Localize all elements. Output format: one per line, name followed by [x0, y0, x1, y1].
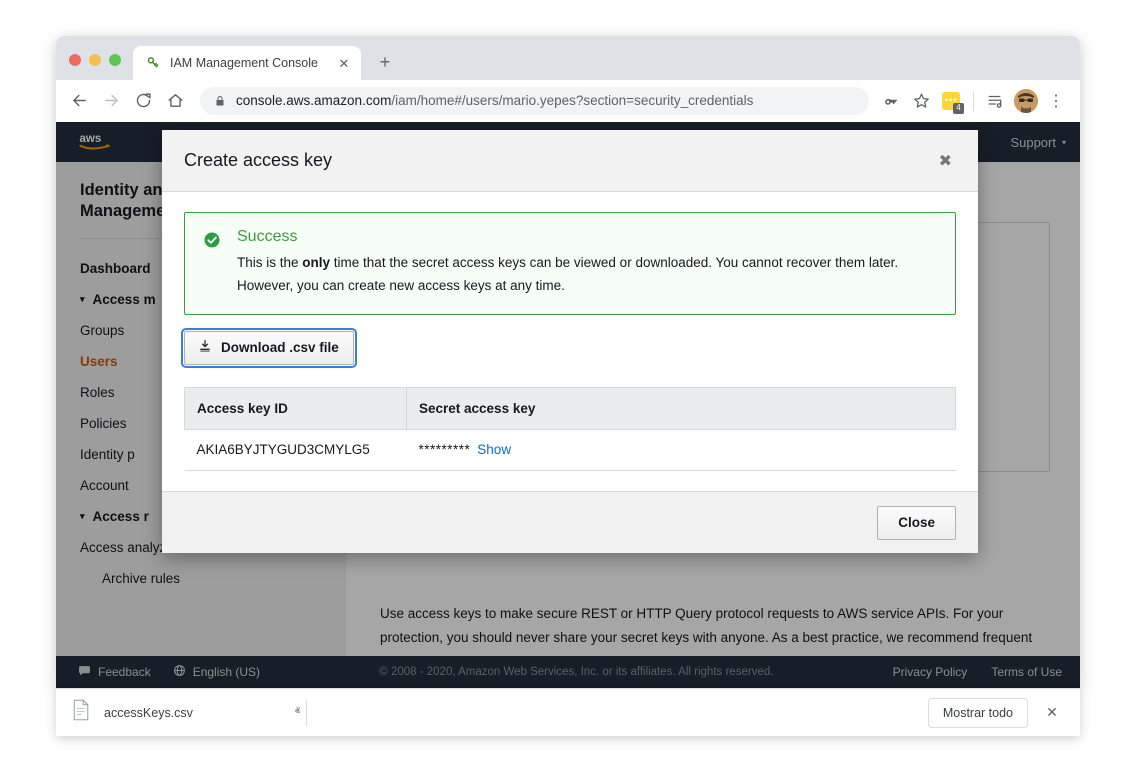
close-button[interactable]: Close [877, 505, 956, 540]
shelf-divider [306, 699, 307, 726]
success-title: Success [237, 228, 298, 245]
tab-title: IAM Management Console [170, 56, 318, 70]
close-icon[interactable]: ✕ [335, 54, 353, 72]
table-header: Access key ID Secret access key [184, 387, 956, 430]
lock-icon [214, 95, 226, 107]
modal-overlay[interactable]: Create access key ✖ Success This is the … [56, 122, 1080, 688]
download-file-name: accessKeys.csv [104, 705, 193, 720]
download-shelf: accessKeys.csv ⱏ Mostrar todo ✕ [56, 688, 1080, 736]
toolbar-divider [973, 90, 974, 111]
table-body: AKIA6BYJTYGUD3CMYLG5 ********* Show [184, 429, 956, 471]
secret-cell-content: ********* Show [419, 442, 944, 457]
close-icon[interactable]: ✖ [933, 149, 958, 173]
secret-masked-value: ********* [418, 442, 471, 457]
show-secret-link[interactable]: Show [477, 442, 511, 457]
create-access-key-modal: Create access key ✖ Success This is the … [162, 130, 978, 553]
menu-dots: ⋮ [1048, 92, 1064, 110]
close-shelf-icon[interactable]: ✕ [1038, 699, 1066, 727]
forward-icon [96, 86, 126, 116]
modal-title: Create access key [184, 150, 333, 170]
zoom-window-button[interactable] [109, 54, 121, 66]
new-tab-button[interactable]: + [371, 48, 399, 76]
url-text: console.aws.amazon.com/iam/home#/users/m… [236, 93, 753, 108]
document-icon [72, 699, 90, 726]
download-item[interactable]: accessKeys.csv ⱏ [72, 697, 304, 729]
column-header-access-key-id: Access key ID [184, 387, 407, 430]
star-icon[interactable] [907, 87, 935, 115]
url-path: /iam/home#/users/mario.yepes?section=sec… [391, 93, 754, 108]
modal-body: Success This is the only time that the s… [162, 192, 978, 491]
avatar [1014, 88, 1038, 113]
back-icon[interactable] [64, 86, 94, 116]
password-key-icon[interactable] [877, 87, 905, 115]
browser-menu-icon[interactable]: ⋮ [1042, 87, 1070, 115]
extension-badge-icon[interactable]: ••• 4 [937, 87, 965, 115]
download-csv-button[interactable]: Download .csv file [181, 328, 357, 368]
browser-window: IAM Management Console ✕ + console.aws.a… [56, 36, 1080, 688]
table-row: AKIA6BYJTYGUD3CMYLG5 ********* Show [184, 429, 956, 471]
address-bar[interactable]: console.aws.amazon.com/iam/home#/users/m… [200, 86, 869, 115]
toolbar-icons: ••• 4 ⋮ [877, 87, 1070, 115]
cell-access-key-id: AKIA6BYJTYGUD3CMYLG5 [184, 429, 407, 471]
desktop-background: IAM Management Console ✕ + console.aws.a… [0, 0, 1136, 762]
success-alert-content: Success This is the only time that the s… [237, 228, 937, 297]
success-alert: Success This is the only time that the s… [184, 212, 956, 315]
cell-secret-access-key: ********* Show [406, 429, 956, 471]
reload-icon[interactable] [128, 86, 158, 116]
modal-footer: Close [162, 491, 978, 553]
key-icon [145, 55, 161, 71]
access-key-table: Access key ID Secret access key AKIA6BYJ… [184, 387, 956, 471]
browser-toolbar: console.aws.amazon.com/iam/home#/users/m… [56, 80, 1080, 122]
column-header-secret-access-key: Secret access key [406, 387, 956, 430]
tab-strip: IAM Management Console ✕ + [56, 36, 1080, 80]
success-message-part2: time that the secret access keys can be … [237, 255, 899, 293]
chevron-up-icon[interactable]: ⱏ [291, 706, 304, 719]
window-traffic-lights[interactable] [56, 54, 133, 80]
extension-count-badge: 4 [953, 102, 964, 114]
minimize-window-button[interactable] [89, 54, 101, 66]
table-header-row: Access key ID Secret access key [184, 387, 956, 430]
download-icon [198, 339, 212, 356]
success-message-emphasis: only [302, 255, 331, 270]
browser-tab[interactable]: IAM Management Console ✕ [133, 46, 361, 80]
show-all-downloads-button[interactable]: Mostrar todo [927, 697, 1028, 728]
success-message-part1: This is the [237, 255, 303, 270]
profile-avatar[interactable] [1012, 87, 1040, 115]
url-host: console.aws.amazon.com [236, 93, 392, 108]
success-message: This is the only time that the secret ac… [237, 251, 937, 297]
page-viewport: aws Support ▾ Identity an Managemen Dash… [56, 122, 1080, 688]
check-circle-icon [203, 231, 221, 297]
download-csv-label: Download .csv file [221, 340, 339, 355]
close-window-button[interactable] [69, 54, 81, 66]
home-icon[interactable] [160, 86, 190, 116]
modal-header: Create access key ✖ [162, 130, 978, 192]
reading-list-icon[interactable] [982, 87, 1010, 115]
